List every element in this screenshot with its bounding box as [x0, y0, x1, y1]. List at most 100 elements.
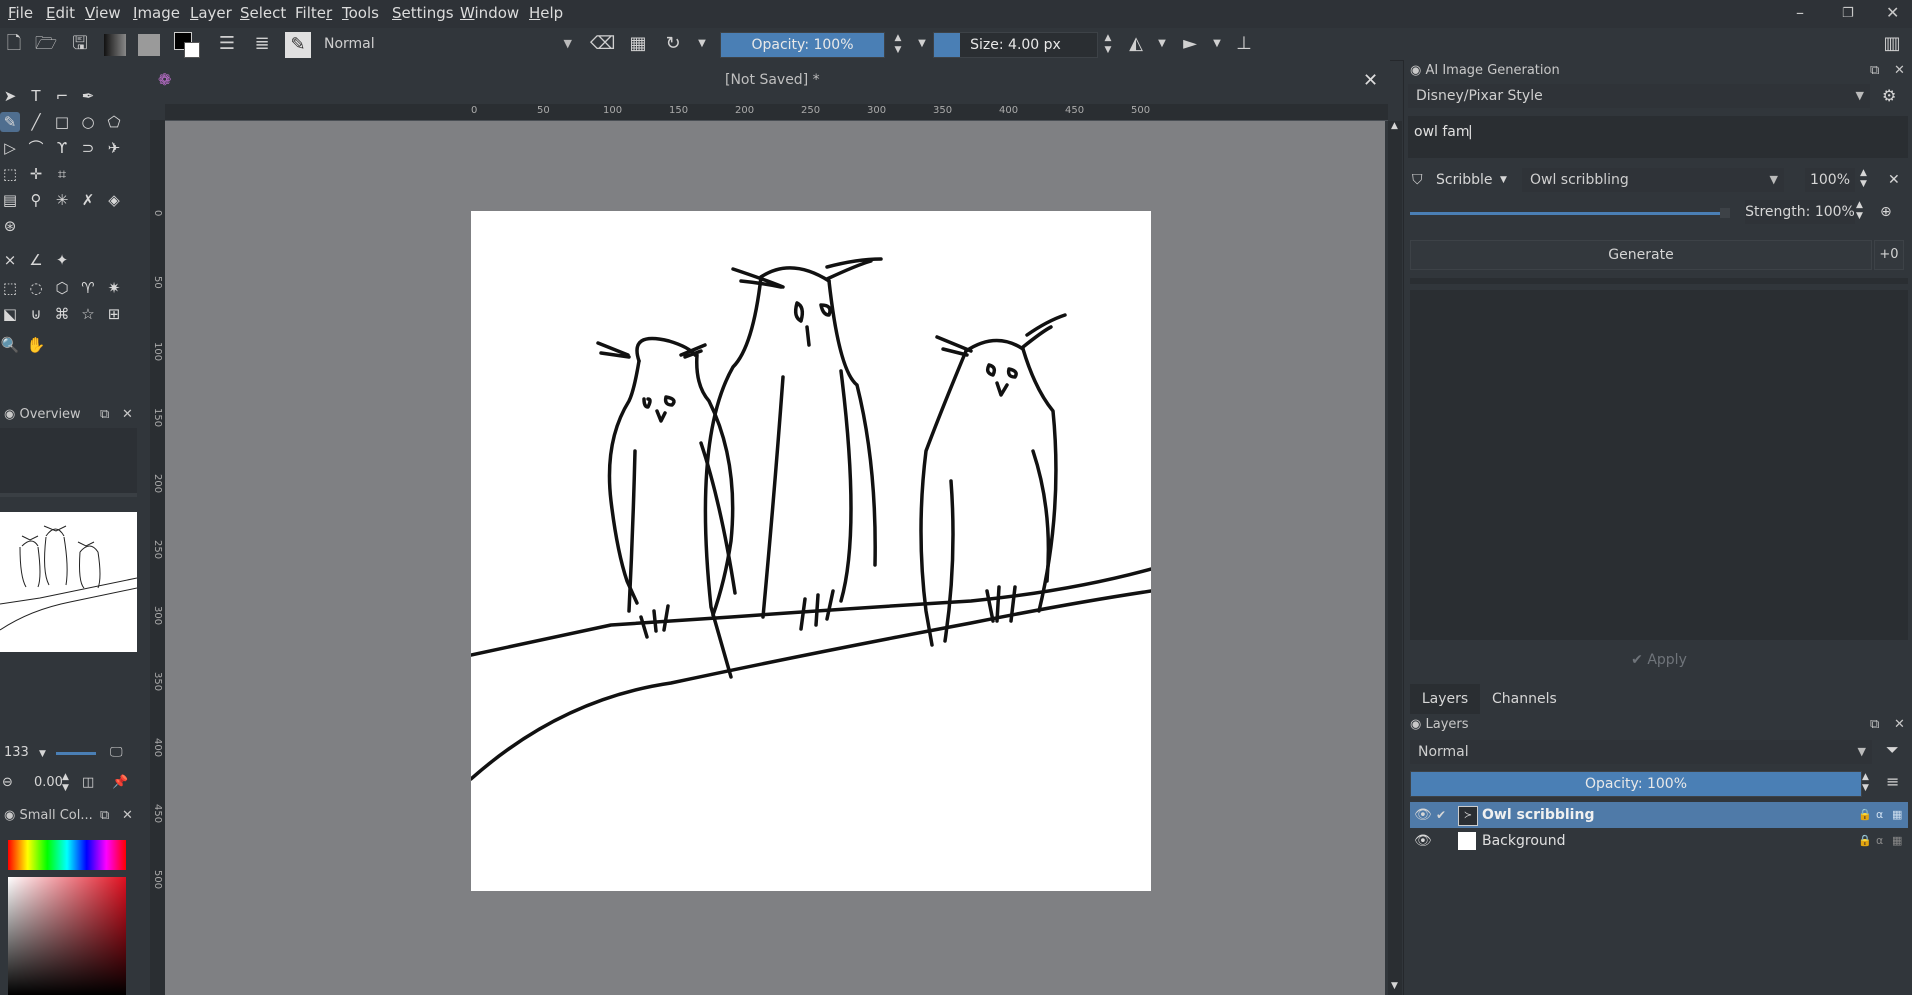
restore-icon[interactable]: ❐ — [1842, 6, 1854, 21]
edit-shapes-icon[interactable]: ⌐ — [52, 86, 72, 106]
filter-icon[interactable]: ⏷ — [1886, 740, 1899, 760]
brush-presets-icon[interactable]: ≣ — [250, 32, 274, 56]
polyline-tool-icon[interactable]: ▷ — [0, 138, 20, 158]
background-color-icon[interactable] — [184, 42, 200, 58]
reference-tool-icon[interactable]: ✦ — [52, 250, 72, 270]
zoom-tool-icon[interactable]: 🔍 — [0, 335, 20, 355]
select-all-icon[interactable]: ⊞ — [104, 304, 124, 324]
freehand-path-icon[interactable]: ϒ — [52, 138, 72, 158]
float-docker-icon[interactable]: ⧉ — [1870, 714, 1879, 736]
size-stepper-icon[interactable]: ▲ ▼ — [1096, 32, 1120, 56]
freehand-brush-icon[interactable]: ✎ — [0, 112, 20, 132]
magic-wand-icon[interactable]: ✷ — [104, 278, 124, 298]
polygon-tool-icon[interactable]: ⬠ — [104, 112, 124, 132]
contiguous-select-icon[interactable]: ⬕ — [0, 304, 20, 324]
pan-tool-icon[interactable]: ✋ — [26, 335, 46, 355]
visibility-eye-icon[interactable]: 👁 — [1414, 828, 1432, 854]
fit-view-icon[interactable]: 🖵 — [110, 742, 123, 764]
strength-slider[interactable] — [1410, 212, 1720, 215]
colorize-mask-icon[interactable]: ✗ — [78, 190, 98, 210]
mirror-view-icon[interactable]: ◫ — [82, 772, 94, 794]
brush-settings-icon[interactable]: ☰ — [215, 32, 239, 56]
layer-blend-dropdown[interactable]: Normal ▼ — [1410, 740, 1872, 764]
inherit-alpha-icon[interactable]: ▦ — [1892, 802, 1902, 828]
assistant-tool-2-icon[interactable]: ⨯ — [0, 250, 20, 270]
mirror-horizontal-icon[interactable]: ◭ — [1124, 32, 1148, 56]
checkmark-icon[interactable]: ✔ — [1436, 802, 1446, 828]
close-window-icon[interactable]: ✕ — [1886, 3, 1899, 22]
gradient-tool-icon[interactable]: ▤ — [0, 190, 20, 210]
move-tool-icon[interactable]: ✛ — [26, 164, 46, 184]
menu-select[interactable]: Select — [240, 4, 286, 22]
inherit-alpha-icon[interactable]: ▦ — [1892, 828, 1902, 854]
brush-preset-icon[interactable]: ✎ — [285, 32, 311, 58]
layer-menu-icon[interactable]: ≡ — [1886, 772, 1899, 791]
reload-preset-icon[interactable]: ↻ — [661, 32, 685, 56]
queue-count-button[interactable]: +0 — [1874, 240, 1904, 270]
menu-settings[interactable]: Settings — [392, 4, 454, 22]
freehand-select-icon[interactable]: ♈ — [78, 278, 98, 298]
menu-tools[interactable]: Tools — [342, 4, 379, 22]
scroll-up-icon[interactable]: ▲ — [1391, 121, 1398, 131]
menu-window[interactable]: Window — [460, 4, 519, 22]
bezier-select-icon[interactable]: ⊍ — [26, 304, 46, 324]
chevron-down-icon[interactable]: ▼ — [39, 749, 46, 759]
alpha-lock-icon[interactable]: ▦ — [626, 32, 650, 56]
strength-stepper-icon[interactable]: ▲ ▼ — [1860, 168, 1867, 190]
chevron-down-icon[interactable]: ▼ — [910, 32, 934, 56]
layer-opacity-slider[interactable]: Opacity: 100% — [1410, 771, 1862, 797]
close-docker-icon[interactable]: ✕ — [122, 404, 133, 426]
zoom-value[interactable]: 133 — [4, 745, 29, 760]
smart-patch-icon[interactable]: ✳ — [52, 190, 72, 210]
polygon-select-icon[interactable]: ⬡ — [52, 278, 72, 298]
blend-mode-dropdown[interactable]: Normal ▼ — [316, 32, 578, 58]
mirror-vertical-icon[interactable]: ► — [1178, 32, 1202, 56]
saturation-value-picker[interactable] — [8, 877, 126, 995]
calligraphy-icon[interactable]: ✒ — [78, 86, 98, 106]
transform-tool-icon[interactable]: ⬚ — [0, 164, 20, 184]
opacity-slider[interactable]: Opacity: 100% — [720, 32, 885, 58]
assistant-tool-icon[interactable]: ⊛ — [0, 216, 20, 236]
menu-layer[interactable]: Layer — [190, 4, 232, 22]
visibility-eye-icon[interactable]: 👁 — [1414, 802, 1432, 828]
eraser-icon[interactable]: ⌫ — [590, 32, 615, 56]
scroll-down-icon[interactable]: ▼ — [1391, 981, 1398, 991]
style-settings-icon[interactable]: ⚙ — [1882, 86, 1896, 105]
close-docker-icon[interactable]: ✕ — [1894, 714, 1905, 736]
rotation-dial-icon[interactable]: ⊖ — [2, 772, 13, 794]
strength-value[interactable]: Strength: 100% — [1745, 200, 1855, 224]
similar-select-icon[interactable]: ☆ — [78, 304, 98, 324]
layer-row[interactable]: 👁 ✔ ≻ Owl scribbling 🔒 α ▦ — [1410, 802, 1908, 828]
prompt-input[interactable]: owl fam | — [1408, 116, 1908, 158]
select-shapes-icon[interactable]: ➤ — [0, 86, 20, 106]
dynamic-brush-icon[interactable]: ⊃ — [78, 138, 98, 158]
menu-filter[interactable]: Filter — [295, 4, 332, 22]
fill-tool-icon[interactable]: ◈ — [104, 190, 124, 210]
float-docker-icon[interactable]: ⧉ — [100, 805, 109, 827]
control-strength-value[interactable]: 100% — [1805, 168, 1855, 192]
float-docker-icon[interactable]: ⧉ — [1870, 60, 1879, 82]
ellipse-select-icon[interactable]: ◌ — [26, 278, 46, 298]
drawing-canvas[interactable] — [469, 211, 1153, 891]
overview-thumbnail[interactable] — [0, 512, 137, 652]
chevron-down-icon[interactable]: ▼ — [690, 32, 714, 56]
control-layer-dropdown[interactable]: Owl scribbling ▼ — [1522, 168, 1784, 192]
layer-name[interactable]: Owl scribbling — [1482, 802, 1594, 828]
control-type-value[interactable]: Scribble — [1436, 168, 1493, 192]
tab-layers[interactable]: Layers — [1410, 684, 1480, 714]
add-control-icon[interactable]: ⊕ — [1880, 200, 1892, 224]
menu-image[interactable]: Image — [133, 4, 180, 22]
apply-button[interactable]: ✔ Apply — [1410, 648, 1908, 672]
opacity-stepper-icon[interactable]: ▲ ▼ — [886, 32, 910, 56]
layer-name[interactable]: Background — [1482, 828, 1566, 854]
color-picker-icon[interactable]: ⚲ — [26, 190, 46, 210]
zoom-slider[interactable] — [56, 752, 96, 755]
strength-stepper-icon[interactable]: ▲ ▼ — [1856, 200, 1863, 222]
workspace-icon[interactable]: ▥ — [1880, 32, 1904, 56]
close-document-icon[interactable]: ✕ — [1363, 70, 1378, 91]
layer-lock-icon[interactable]: 🔒 — [1858, 802, 1872, 828]
alpha-icon[interactable]: α — [1876, 828, 1883, 854]
pin-icon[interactable]: 📌 — [112, 772, 128, 794]
rotation-value[interactable]: 0.00 — [34, 772, 63, 794]
menu-file[interactable]: File — [8, 4, 33, 22]
